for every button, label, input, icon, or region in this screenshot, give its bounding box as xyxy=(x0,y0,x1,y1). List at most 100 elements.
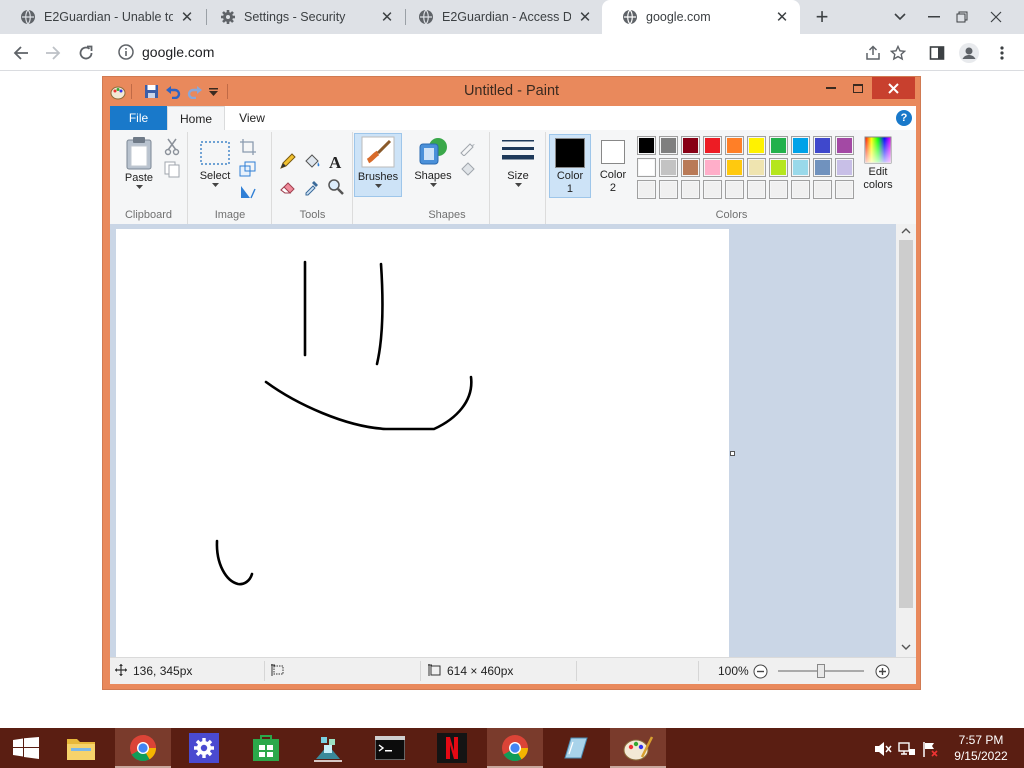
address-bar[interactable]: google.com xyxy=(110,37,918,67)
tab-google[interactable]: google.com ✕ xyxy=(602,0,800,34)
pencil-icon[interactable] xyxy=(279,152,297,170)
start-button[interactable] xyxy=(0,728,52,768)
chevron-up-icon[interactable] xyxy=(901,228,911,234)
palette-swatch[interactable] xyxy=(659,158,678,177)
chevron-down-icon[interactable] xyxy=(901,644,911,650)
taskbar-store[interactable] xyxy=(238,728,294,768)
color-picker-icon[interactable] xyxy=(303,178,321,196)
drawing-canvas[interactable] xyxy=(116,229,729,657)
palette-swatch[interactable] xyxy=(659,180,678,199)
palette-swatch[interactable] xyxy=(637,158,656,177)
help-button[interactable]: ? xyxy=(896,110,912,126)
reload-button[interactable] xyxy=(71,38,101,68)
close-window-button[interactable] xyxy=(979,0,1013,34)
tab-settings-security[interactable]: Settings - Security ✕ xyxy=(200,0,405,34)
cut-icon[interactable] xyxy=(163,138,181,156)
color2-button[interactable]: Color 2 xyxy=(593,134,633,198)
zoom-slider-thumb[interactable] xyxy=(817,664,825,678)
profile-button[interactable] xyxy=(954,38,984,68)
close-icon[interactable]: ✕ xyxy=(379,9,395,26)
brushes-button[interactable]: Brushes xyxy=(354,133,402,197)
palette-swatch[interactable] xyxy=(769,180,788,199)
palette-swatch[interactable] xyxy=(637,180,656,199)
system-clock[interactable]: 7:57 PM 9/15/2022 xyxy=(945,732,1017,764)
palette-swatch[interactable] xyxy=(769,158,788,177)
taskbar-settings[interactable] xyxy=(176,728,232,768)
restore-button[interactable] xyxy=(945,0,979,34)
size-button[interactable]: Size xyxy=(495,136,541,187)
taskbar-command-prompt[interactable] xyxy=(362,728,418,768)
zoom-in-icon[interactable] xyxy=(875,664,890,679)
taskbar-network-tool[interactable] xyxy=(300,728,356,768)
taskbar-file-explorer[interactable] xyxy=(53,728,109,768)
paint-maximize-button[interactable] xyxy=(844,77,872,99)
palette-swatch[interactable] xyxy=(747,136,766,155)
eraser-icon[interactable] xyxy=(279,178,297,196)
bookmark-button[interactable] xyxy=(883,38,913,68)
palette-swatch[interactable] xyxy=(703,158,722,177)
palette-swatch[interactable] xyxy=(835,158,854,177)
paint-title-bar[interactable]: Untitled - Paint xyxy=(103,77,920,106)
palette-swatch[interactable] xyxy=(813,136,832,155)
palette-swatch[interactable] xyxy=(747,180,766,199)
copy-icon[interactable] xyxy=(163,160,181,178)
fill-icon[interactable] xyxy=(459,160,477,178)
rotate-icon[interactable] xyxy=(239,182,257,200)
chrome-menu-button[interactable] xyxy=(987,38,1017,68)
palette-swatch[interactable] xyxy=(791,158,810,177)
palette-swatch[interactable] xyxy=(703,136,722,155)
palette-swatch[interactable] xyxy=(813,158,832,177)
scrollbar-thumb[interactable] xyxy=(899,240,913,608)
palette-swatch[interactable] xyxy=(747,158,766,177)
color1-button[interactable]: Color 1 xyxy=(549,134,591,198)
palette-swatch[interactable] xyxy=(835,180,854,199)
outline-icon[interactable] xyxy=(459,138,477,156)
close-icon[interactable]: ✕ xyxy=(179,9,195,26)
palette-swatch[interactable] xyxy=(703,180,722,199)
tab-search-button[interactable] xyxy=(883,0,917,34)
tab-home[interactable]: Home xyxy=(167,106,225,130)
side-panel-button[interactable] xyxy=(922,38,952,68)
tab-file[interactable]: File xyxy=(110,106,167,130)
fill-bucket-icon[interactable] xyxy=(303,152,321,170)
tab-e2guardian-unable[interactable]: E2Guardian - Unable to load ✕ xyxy=(0,0,205,34)
paint-minimize-button[interactable] xyxy=(817,77,845,99)
palette-swatch[interactable] xyxy=(769,136,788,155)
magnifier-icon[interactable] xyxy=(327,178,345,196)
taskbar-notepad[interactable] xyxy=(548,728,604,768)
back-button[interactable] xyxy=(6,38,36,68)
taskbar-netflix[interactable] xyxy=(424,728,480,768)
canvas-resize-handle[interactable] xyxy=(730,451,735,456)
palette-swatch[interactable] xyxy=(725,136,744,155)
site-info-icon[interactable] xyxy=(118,44,134,60)
palette-swatch[interactable] xyxy=(813,180,832,199)
tab-view[interactable]: View xyxy=(227,106,277,130)
taskbar-chrome-2[interactable] xyxy=(487,728,543,768)
speaker-muted-icon[interactable] xyxy=(874,741,892,757)
palette-swatch[interactable] xyxy=(681,136,700,155)
forward-button[interactable] xyxy=(38,38,68,68)
edit-colors-button[interactable]: Edit colors xyxy=(855,136,901,192)
crop-icon[interactable] xyxy=(239,138,257,156)
close-icon[interactable]: ✕ xyxy=(577,9,593,26)
palette-swatch[interactable] xyxy=(791,136,810,155)
vertical-scrollbar[interactable] xyxy=(896,224,916,657)
palette-swatch[interactable] xyxy=(681,180,700,199)
taskbar-paint[interactable] xyxy=(610,728,666,768)
paste-button[interactable]: Paste xyxy=(114,136,164,189)
palette-swatch[interactable] xyxy=(725,180,744,199)
action-center-flag-icon[interactable] xyxy=(922,741,938,757)
palette-swatch[interactable] xyxy=(725,158,744,177)
palette-swatch[interactable] xyxy=(637,136,656,155)
select-button[interactable]: Select xyxy=(195,136,235,187)
palette-swatch[interactable] xyxy=(681,158,700,177)
shapes-button[interactable]: Shapes xyxy=(409,136,457,187)
taskbar-chrome[interactable] xyxy=(115,728,171,768)
new-tab-button[interactable]: + xyxy=(810,4,834,29)
close-icon[interactable]: ✕ xyxy=(774,9,790,26)
resize-icon[interactable] xyxy=(239,160,257,178)
palette-swatch[interactable] xyxy=(659,136,678,155)
tab-e2guardian-denied[interactable]: E2Guardian - Access Denied ✕ xyxy=(398,0,603,34)
palette-swatch[interactable] xyxy=(791,180,810,199)
text-tool-icon[interactable]: A xyxy=(327,152,345,170)
